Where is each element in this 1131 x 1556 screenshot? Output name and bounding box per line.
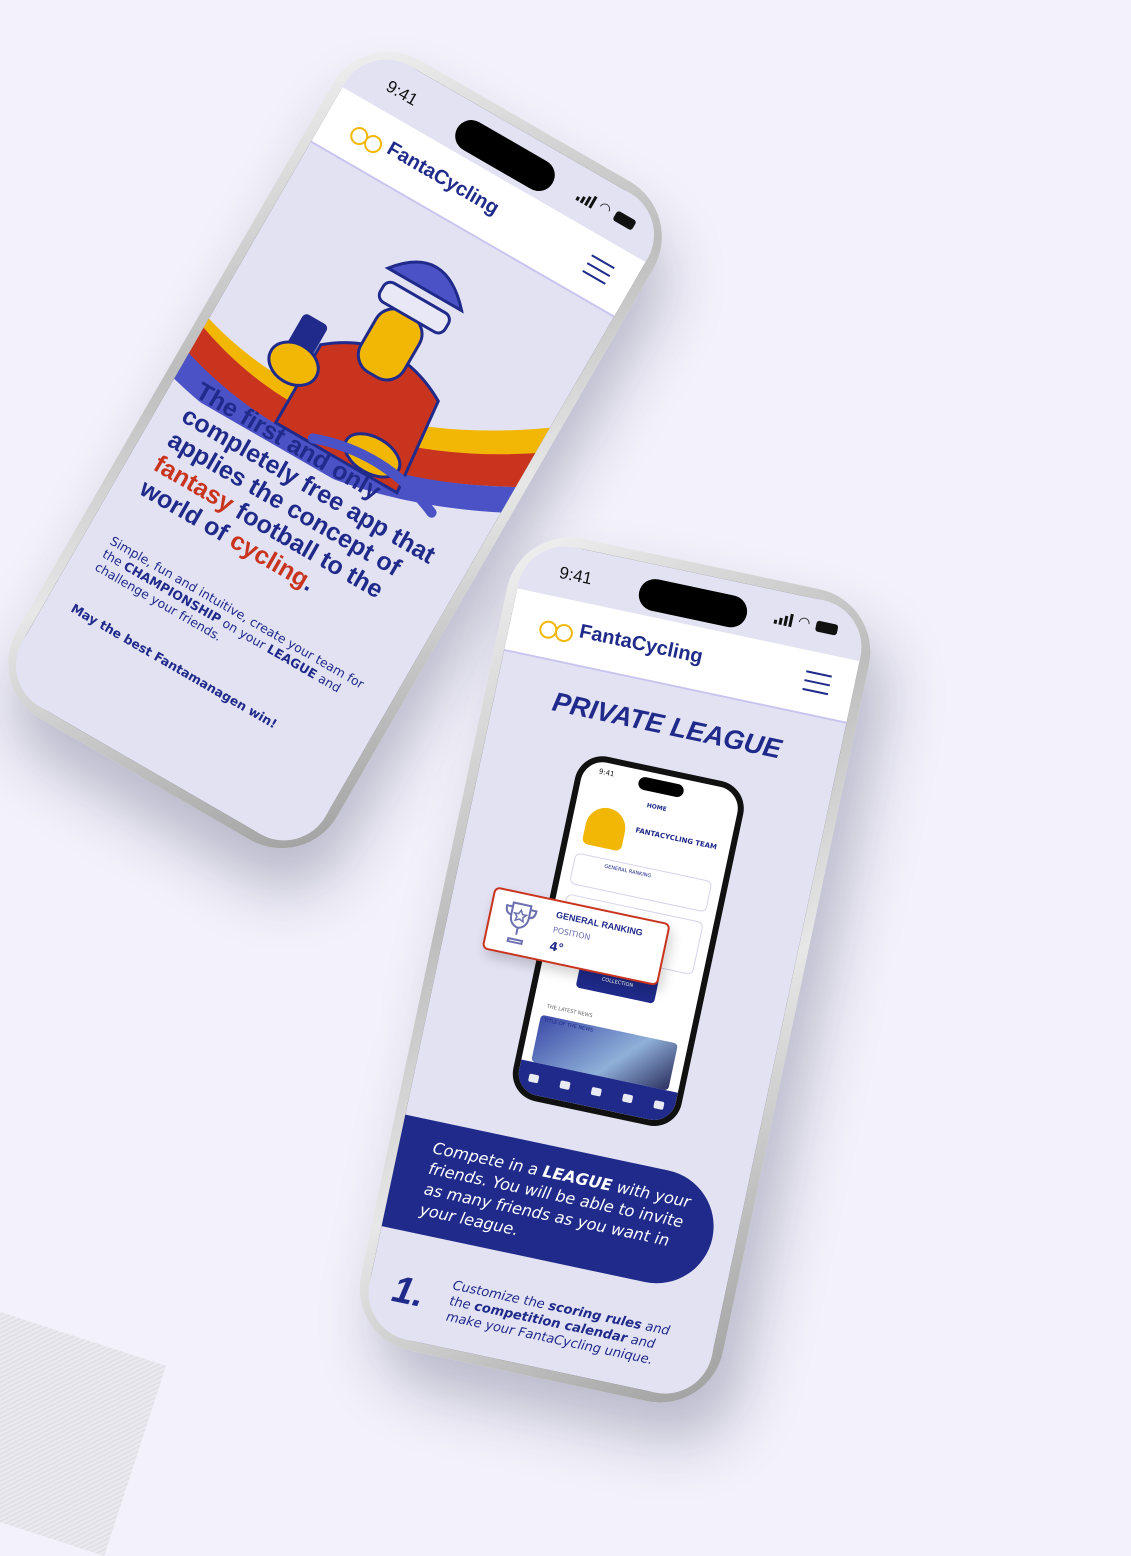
mini-dynamic-island: [637, 775, 685, 799]
status-icons: ◠: [575, 187, 638, 231]
menu-icon[interactable]: [582, 254, 615, 285]
ranking-icon[interactable]: [621, 1093, 634, 1104]
step-number: 1.: [388, 1268, 429, 1316]
battery-icon: [612, 209, 638, 231]
brand-logo[interactable]: FantaCycling: [537, 612, 705, 669]
step-description: Customize the scoring rules and the comp…: [444, 1278, 695, 1376]
home-icon[interactable]: [527, 1073, 540, 1084]
bicycle-icon: [537, 613, 576, 644]
signal-icon: [575, 188, 598, 209]
position-value: 4°: [548, 939, 566, 956]
battery-icon: [814, 619, 839, 636]
wifi-icon: ◠: [595, 198, 615, 219]
mini-team-name: FANTACYCLING TEAM: [634, 826, 718, 852]
calendar-icon[interactable]: [590, 1086, 602, 1097]
phone-screen: 9:41 ◠ FantaCycling PRIVATE LEAGUE 9:41 …: [359, 537, 871, 1403]
mini-ranking-label: GENERAL RANKING: [603, 863, 652, 880]
league-description-band: Compete in a LEAGUE with your friends. Y…: [371, 1112, 725, 1294]
status-time: 9:41: [557, 562, 594, 589]
bike-icon[interactable]: [559, 1080, 571, 1091]
signal-icon: [773, 610, 794, 627]
cards-icon[interactable]: [653, 1100, 665, 1111]
status-time: 9:41: [382, 76, 422, 110]
mini-status-time: 9:41: [598, 767, 616, 779]
status-icons: ◠: [773, 610, 839, 637]
trophy-icon: [505, 901, 538, 946]
floor-shadow: [0, 1303, 167, 1556]
mini-avatar: [581, 804, 630, 852]
wifi-icon: ◠: [796, 613, 812, 632]
bicycle-icon: [347, 118, 388, 156]
menu-icon[interactable]: [802, 670, 832, 696]
brand-name: FantaCycling: [577, 620, 705, 669]
